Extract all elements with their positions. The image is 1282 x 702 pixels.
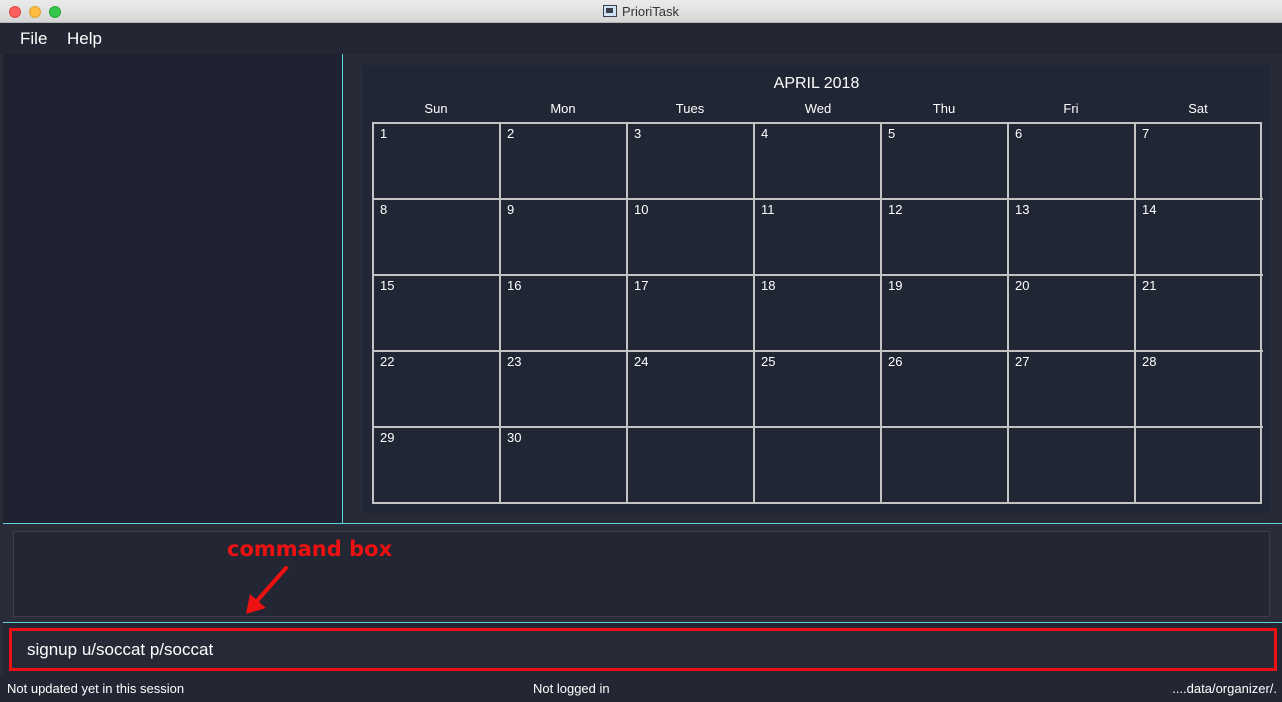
- weekday-header: Tues: [675, 101, 705, 116]
- day-number: 21: [1142, 278, 1157, 293]
- weekday-header: Fri: [1063, 101, 1079, 116]
- sync-status: Not updated yet in this session: [7, 681, 185, 696]
- calendar-day-cell[interactable]: 11: [755, 200, 882, 276]
- annotation-label: command box: [227, 537, 393, 561]
- calendar-day-cell[interactable]: 9: [501, 200, 628, 276]
- calendar-day-cell[interactable]: 26: [882, 352, 1009, 428]
- calendar-day-cell[interactable]: 30: [501, 428, 628, 504]
- calendar-day-cell[interactable]: [755, 428, 882, 504]
- day-number: 19: [888, 278, 903, 293]
- day-number: 1: [380, 126, 388, 141]
- day-number: 27: [1015, 354, 1030, 369]
- day-number: 6: [1015, 126, 1023, 141]
- calendar-day-cell[interactable]: [1009, 428, 1136, 504]
- calendar-month-title: APRIL 2018: [773, 75, 860, 92]
- calendar-day-cell[interactable]: 29: [374, 428, 501, 504]
- day-number: 18: [761, 278, 776, 293]
- calendar-day-cell[interactable]: 6: [1009, 124, 1136, 200]
- weekday-header: Mon: [550, 101, 576, 116]
- calendar-day-cell[interactable]: [1136, 428, 1263, 504]
- day-number: 30: [507, 430, 522, 445]
- day-number: 7: [1142, 126, 1150, 141]
- calendar-day-cell[interactable]: 13: [1009, 200, 1136, 276]
- calendar-day-cell[interactable]: [882, 428, 1009, 504]
- annotation-arrow-icon: [246, 566, 288, 614]
- day-number: 5: [888, 126, 896, 141]
- calendar-day-cell[interactable]: 23: [501, 352, 628, 428]
- status-bar: Not updated yet in this session Not logg…: [0, 676, 1282, 702]
- day-number: 3: [634, 126, 642, 141]
- task-list-panel: [3, 54, 342, 523]
- window-titlebar: PrioriTask: [0, 0, 1282, 23]
- day-number: 28: [1142, 354, 1157, 369]
- calendar-day-cell[interactable]: 24: [628, 352, 755, 428]
- day-number: 25: [761, 354, 776, 369]
- calendar-day-cell[interactable]: 12: [882, 200, 1009, 276]
- day-number: 15: [380, 278, 395, 293]
- save-location-status: ....data/organizer/.: [1172, 681, 1277, 696]
- calendar-day-cell[interactable]: [628, 428, 755, 504]
- calendar-day-cell[interactable]: 25: [755, 352, 882, 428]
- calendar-day-cell[interactable]: 21: [1136, 276, 1263, 352]
- day-number: 12: [888, 202, 903, 217]
- day-number: 8: [380, 202, 388, 217]
- day-number: 23: [507, 354, 522, 369]
- login-status: Not logged in: [533, 681, 610, 696]
- weekday-header: Sun: [424, 101, 448, 116]
- day-number: 29: [380, 430, 395, 445]
- command-input[interactable]: [9, 628, 1277, 671]
- day-number: 16: [507, 278, 522, 293]
- day-number: 4: [761, 126, 769, 141]
- calendar-day-cell[interactable]: 15: [374, 276, 501, 352]
- calendar-day-cell[interactable]: 22: [374, 352, 501, 428]
- window-title: PrioriTask: [621, 4, 680, 19]
- calendar-grid: 1 2 3 4 5 6 7 8 9 10 11 12 13 14 15 16 17 18 19 20 21 22 23 24 2…: [372, 122, 1263, 504]
- calendar-day-cell[interactable]: 10: [628, 200, 755, 276]
- calendar-day-cell[interactable]: 28: [1136, 352, 1263, 428]
- calendar-day-cell[interactable]: 17: [628, 276, 755, 352]
- calendar-day-cell[interactable]: 5: [882, 124, 1009, 200]
- weekday-header: Wed: [804, 101, 832, 116]
- day-number: 22: [380, 354, 395, 369]
- menu-help[interactable]: Help: [67, 29, 102, 49]
- day-number: 11: [761, 202, 775, 217]
- window-title-wrap: PrioriTask: [0, 4, 1282, 19]
- calendar-day-cell[interactable]: 2: [501, 124, 628, 200]
- calendar-day-cell[interactable]: 14: [1136, 200, 1263, 276]
- day-number: 26: [888, 354, 903, 369]
- calendar-day-cell[interactable]: 16: [501, 276, 628, 352]
- calendar-day-cell[interactable]: 3: [628, 124, 755, 200]
- calendar-day-cell[interactable]: 1: [374, 124, 501, 200]
- result-display-box: [13, 531, 1270, 617]
- weekday-header: Sat: [1188, 101, 1208, 116]
- menu-bar: File Help: [0, 23, 1282, 54]
- day-number: 9: [507, 202, 515, 217]
- weekday-header: Thu: [932, 101, 956, 116]
- calendar-day-cell[interactable]: 20: [1009, 276, 1136, 352]
- day-number: 13: [1015, 202, 1030, 217]
- month-calendar: APRIL 2018 1 2 3 4 5 6 7 8 9 10 11 12 13 14 15 16 17 18 19…: [363, 65, 1270, 513]
- day-number: 24: [634, 354, 649, 369]
- day-number: 2: [507, 126, 515, 141]
- menu-file[interactable]: File: [20, 29, 47, 49]
- calendar-day-cell[interactable]: 19: [882, 276, 1009, 352]
- calendar-day-cell[interactable]: 27: [1009, 352, 1136, 428]
- day-number: 14: [1142, 202, 1157, 217]
- day-number: 10: [634, 202, 649, 217]
- day-number: 20: [1015, 278, 1030, 293]
- day-number: 17: [634, 278, 649, 293]
- calendar-day-cell[interactable]: 8: [374, 200, 501, 276]
- calendar-day-cell[interactable]: 4: [755, 124, 882, 200]
- calendar-day-cell[interactable]: 18: [755, 276, 882, 352]
- calendar-day-cell[interactable]: 7: [1136, 124, 1263, 200]
- app-icon: [602, 5, 617, 17]
